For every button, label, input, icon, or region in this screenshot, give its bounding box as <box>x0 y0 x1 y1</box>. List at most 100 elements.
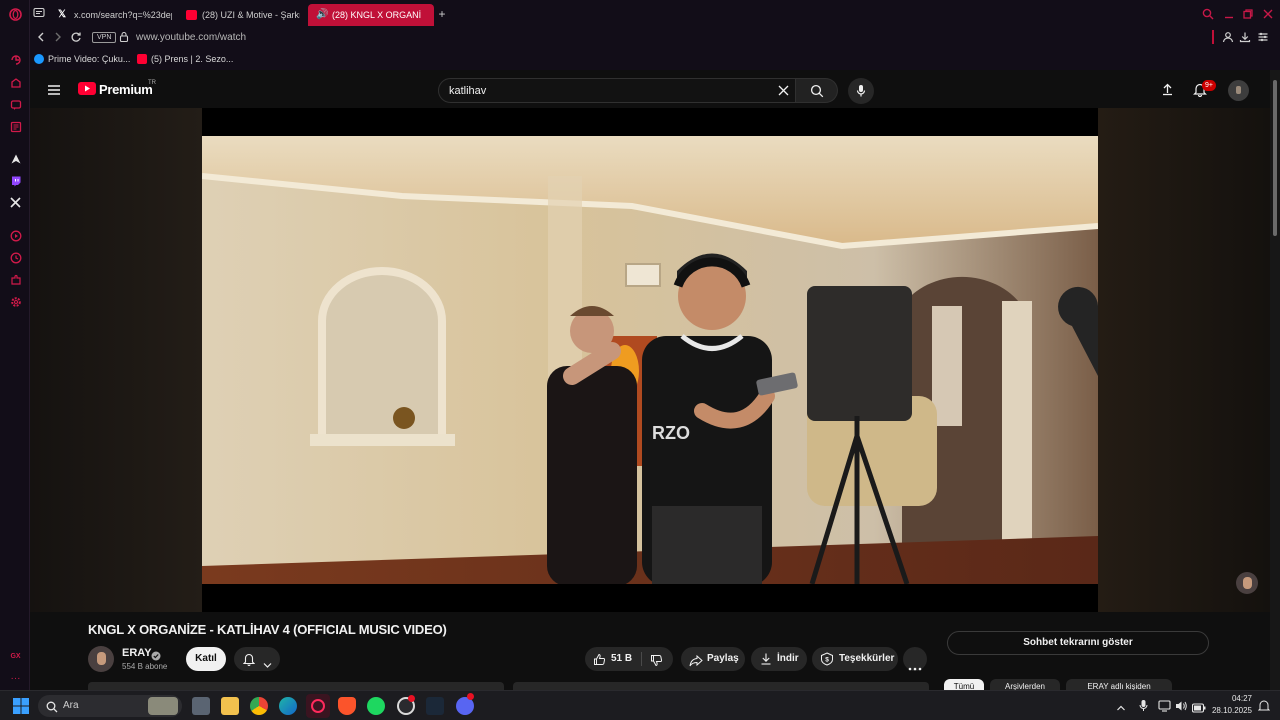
chrome-icon[interactable] <box>250 697 268 715</box>
voice-search-button[interactable] <box>848 78 874 104</box>
search-button[interactable] <box>796 78 838 103</box>
back-icon[interactable] <box>34 31 48 45</box>
network-icon[interactable] <box>1158 699 1171 717</box>
bookmark-prime-video[interactable]: Prime Video: Çuku... <box>34 52 130 66</box>
more-horizontal-icon <box>908 657 922 681</box>
forward-icon[interactable] <box>51 31 65 45</box>
youtube-favicon-icon <box>186 10 197 20</box>
tab-kngl-organize[interactable]: 🔊 (28) KNGL X ORGANİ <box>308 4 434 26</box>
player-icon[interactable] <box>9 230 22 243</box>
more-actions-button[interactable] <box>903 647 927 671</box>
share-button[interactable]: Paylaş <box>681 647 745 671</box>
lock-icon[interactable] <box>117 31 131 45</box>
chevron-down-icon <box>263 655 272 679</box>
task-view-icon[interactable] <box>192 697 210 715</box>
battery-icon[interactable] <box>1191 700 1206 718</box>
notification-badge: 9+ <box>1202 80 1216 91</box>
search-input[interactable] <box>449 83 749 99</box>
youtube-logo-text[interactable]: Premium <box>99 82 153 97</box>
tab-manager-icon[interactable] <box>32 7 46 21</box>
clock-date[interactable]: 28.10.2025 <box>1208 706 1252 715</box>
video-player[interactable]: RZO <box>202 108 1098 612</box>
vpn-badge[interactable]: VPN <box>92 32 117 43</box>
edge-icon[interactable] <box>279 697 297 715</box>
notification-center-icon[interactable] <box>1257 699 1271 717</box>
upload-icon[interactable] <box>1161 82 1174 101</box>
file-explorer-icon[interactable] <box>221 697 239 715</box>
messenger-icon[interactable] <box>9 99 22 112</box>
download-icon[interactable] <box>1238 31 1252 45</box>
search-icon <box>810 84 824 103</box>
scrollbar-thumb[interactable] <box>1273 80 1277 236</box>
history-icon[interactable] <box>9 252 22 265</box>
gx-corner-icon[interactable] <box>9 77 22 90</box>
more-dots-icon[interactable]: ··· <box>9 672 22 685</box>
bookmark-prens[interactable]: (5) Prens | 2. Sezo... <box>137 52 233 66</box>
url-field[interactable]: www.youtube.com/watch <box>136 31 246 45</box>
settings-gear-icon[interactable] <box>9 296 22 309</box>
reload-icon[interactable] <box>69 31 83 45</box>
channel-name[interactable]: ERAY <box>122 647 152 659</box>
hamburger-menu-icon[interactable] <box>47 83 61 101</box>
easy-setup-icon[interactable] <box>1256 31 1270 45</box>
volume-icon[interactable] <box>1175 699 1188 717</box>
tab-title: x.com/search?q=%23dep <box>74 10 172 20</box>
chip-from-eray[interactable]: ERAY adlı kişiden <box>1066 679 1172 690</box>
x-twitter-icon[interactable] <box>9 197 22 210</box>
close-window-icon[interactable] <box>1262 8 1274 20</box>
thanks-button[interactable]: $ Teşekkürler <box>812 647 898 671</box>
youtube-logo-icon[interactable] <box>78 82 96 95</box>
profile-avatar[interactable] <box>1228 80 1249 101</box>
chatgpt-icon[interactable] <box>397 695 415 715</box>
download-button[interactable]: İndir <box>751 647 807 671</box>
description-box[interactable] <box>88 682 504 690</box>
miniplayer-avatar[interactable] <box>1236 572 1258 594</box>
opera-menu-icon[interactable] <box>9 8 22 21</box>
tab-strip: 𝕏 x.com/search?q=%23dep (28) UZI & Motiv… <box>30 0 1280 28</box>
news-icon[interactable] <box>9 121 22 134</box>
comment-box[interactable] <box>513 682 929 690</box>
opera-ring <box>311 699 325 713</box>
page-scrollbar[interactable] <box>1270 70 1280 690</box>
taskbar-search[interactable]: Ara <box>38 695 182 717</box>
brave-icon[interactable] <box>338 697 356 715</box>
gx-control-icon[interactable] <box>9 54 22 67</box>
extensions-icon[interactable] <box>9 274 22 287</box>
discord-icon[interactable] <box>456 693 474 715</box>
tab-search-icon[interactable] <box>1202 8 1214 20</box>
like-button[interactable]: 51 B <box>585 647 641 671</box>
tab-x-search[interactable]: 𝕏 x.com/search?q=%23dep <box>50 4 172 26</box>
svg-text:RZO: RZO <box>652 423 690 443</box>
minimize-icon[interactable] <box>1223 8 1235 20</box>
clear-search-icon[interactable] <box>777 84 790 102</box>
restore-icon[interactable] <box>1242 8 1254 20</box>
notification-dot <box>467 693 474 700</box>
video-frame[interactable]: RZO <box>202 136 1098 584</box>
download-label: İndir <box>777 653 799 664</box>
youtube-masthead: Premium TR 9+ <box>30 70 1270 108</box>
show-hidden-icons-icon[interactable] <box>1116 700 1126 718</box>
windows-start-icon[interactable] <box>13 698 29 719</box>
tab-uzi-motive[interactable]: (28) UZI & Motive - Şarkı <box>178 4 300 26</box>
spotify-icon[interactable] <box>367 697 385 715</box>
steam-icon[interactable] <box>426 697 444 715</box>
microphone-tray-icon[interactable] <box>1139 699 1148 717</box>
channel-avatar[interactable] <box>88 646 114 672</box>
show-chat-replay-button[interactable]: Sohbet tekrarını göster <box>947 631 1209 655</box>
twitch-icon[interactable] <box>9 175 22 188</box>
search-box <box>438 78 796 103</box>
speaker-icon[interactable]: 🔊 <box>316 10 328 20</box>
account-icon[interactable] <box>1221 31 1235 45</box>
clock-time[interactable]: 04:27 <box>1214 694 1252 703</box>
subscriber-count: 554 B abone <box>122 662 168 671</box>
opera-gx-active-icon[interactable] <box>306 694 330 718</box>
address-bar: VPN www.youtube.com/watch <box>30 28 1280 48</box>
chip-archives[interactable]: Arşivlerden <box>990 679 1060 690</box>
subscribe-bell-button[interactable] <box>234 647 280 671</box>
join-button[interactable]: Katıl <box>186 647 226 671</box>
avatar-figure <box>1236 86 1241 94</box>
chip-all[interactable]: Tümü <box>944 679 984 690</box>
aria-icon[interactable] <box>9 153 22 166</box>
new-tab-button[interactable]: + <box>435 7 449 21</box>
dislike-button[interactable] <box>642 647 673 671</box>
